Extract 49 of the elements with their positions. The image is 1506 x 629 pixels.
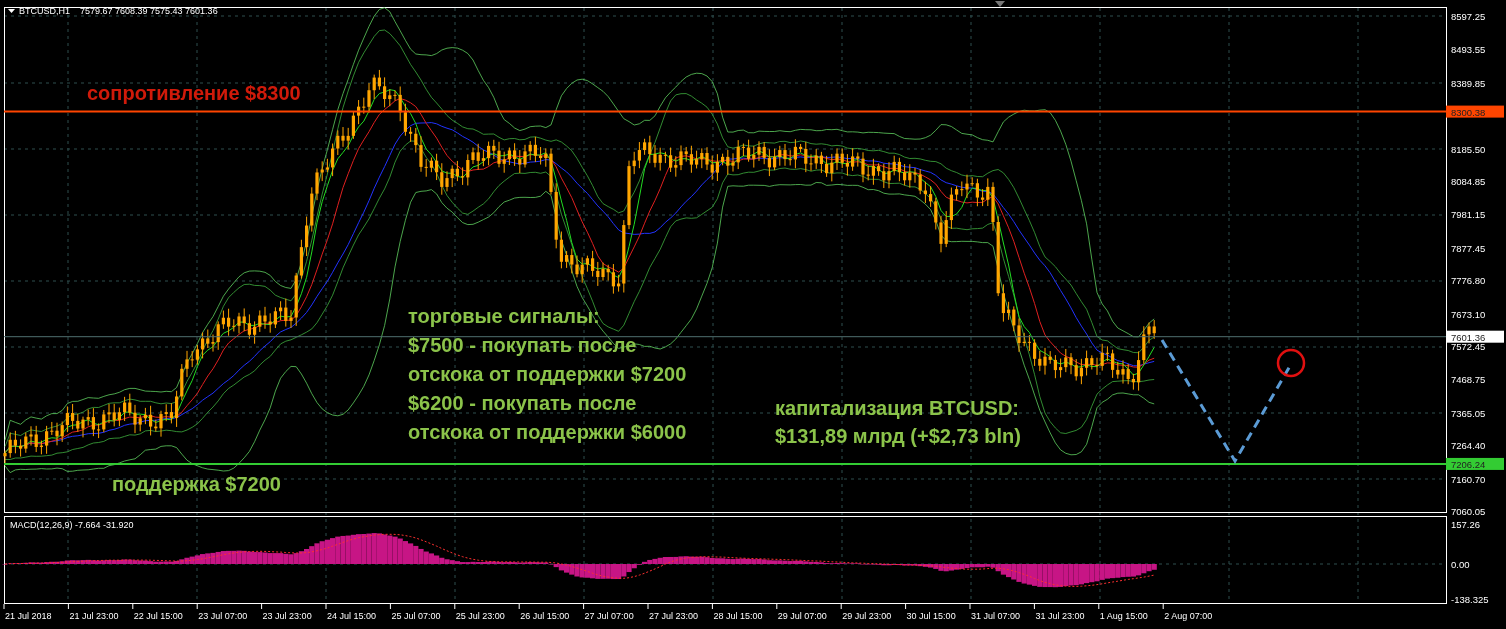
time-axis-label: 27 Jul 23:00	[649, 611, 699, 621]
capitalization-text: капитализация BTCUSD: $131,89 млрд (+$2,73 bln)	[775, 397, 1021, 447]
time-axis-label: 1 Aug 15:00	[1099, 611, 1148, 621]
signal-text: $7500 - покупать после отскока от поддержки $7200	[408, 334, 687, 385]
price-axis-label: 7060.05	[1451, 506, 1486, 517]
macd-axis-label: 157.26	[1451, 519, 1481, 530]
price-axis-label: 8493.55	[1451, 44, 1486, 56]
macd-label: MACD(12,26,9) -7.664 -31.920	[10, 520, 134, 530]
price-axis-label: 7776.80	[1451, 275, 1486, 287]
price-tag-value: 7206.24	[1451, 458, 1486, 470]
price-axis-label: 7981.15	[1451, 209, 1486, 221]
support-annotation: поддержка $7200	[112, 473, 281, 495]
time-axis-label: 25 Jul 07:00	[391, 611, 441, 621]
time-axis-label: 24 Jul 15:00	[327, 611, 377, 621]
price-axis-label: 8389.85	[1451, 77, 1486, 89]
price-axis-label: 8084.85	[1451, 176, 1486, 187]
symbol-label: BTCUSD,H1	[19, 6, 70, 16]
time-axis-label: 23 Jul 07:00	[198, 611, 248, 621]
time-axis-label: 26 Jul 15:00	[520, 611, 570, 621]
resistance-annotation: сопротивление $8300	[87, 82, 301, 104]
price-axis-label: 7572.45	[1451, 341, 1486, 352]
price-axis-label: 7160.70	[1451, 473, 1486, 485]
price-axis-label: 8185.50	[1451, 143, 1486, 155]
time-axis-label: 27 Jul 07:00	[584, 611, 634, 621]
time-axis-label: 31 Jul 23:00	[1035, 611, 1085, 621]
time-axis-label: 2 Aug 07:00	[1164, 611, 1213, 621]
price-tag-value: 8300.38	[1451, 106, 1486, 118]
price-axis-label: 8597.25	[1451, 11, 1486, 22]
signal-text: $6200 - покупать после отскока от поддержки $6000	[408, 392, 687, 443]
signals-title: торговые сигналы:	[408, 305, 600, 327]
time-axis-label: 23 Jul 23:00	[262, 611, 312, 621]
time-axis-label: 30 Jul 15:00	[906, 611, 956, 621]
macd-axis-label: -138.325	[1451, 594, 1489, 605]
price-axis-label: 7468.75	[1451, 374, 1486, 386]
ohlc-values: 7579.67 7608.39 7575.43 7601.36	[80, 6, 218, 16]
time-axis-label: 31 Jul 07:00	[971, 611, 1021, 621]
time-axis-label: 22 Jul 15:00	[133, 611, 183, 621]
macd-axis-label: 0.00	[1451, 559, 1470, 570]
time-axis-label: 29 Jul 23:00	[842, 611, 892, 621]
time-axis-label: 29 Jul 07:00	[777, 611, 827, 621]
time-axis-label: 21 Jul 23:00	[69, 611, 119, 621]
time-axis-label: 25 Jul 23:00	[455, 611, 505, 621]
time-axis-label: 21 Jul 2018	[5, 611, 52, 621]
price-axis-label: 7673.10	[1451, 308, 1486, 320]
price-axis-label: 7365.05	[1451, 407, 1486, 419]
price-tag-value: 7601.36	[1451, 331, 1486, 343]
price-axis-label: 7264.40	[1451, 440, 1486, 452]
price-axis-label: 7877.45	[1451, 242, 1486, 254]
time-axis-label: 28 Jul 15:00	[713, 611, 763, 621]
